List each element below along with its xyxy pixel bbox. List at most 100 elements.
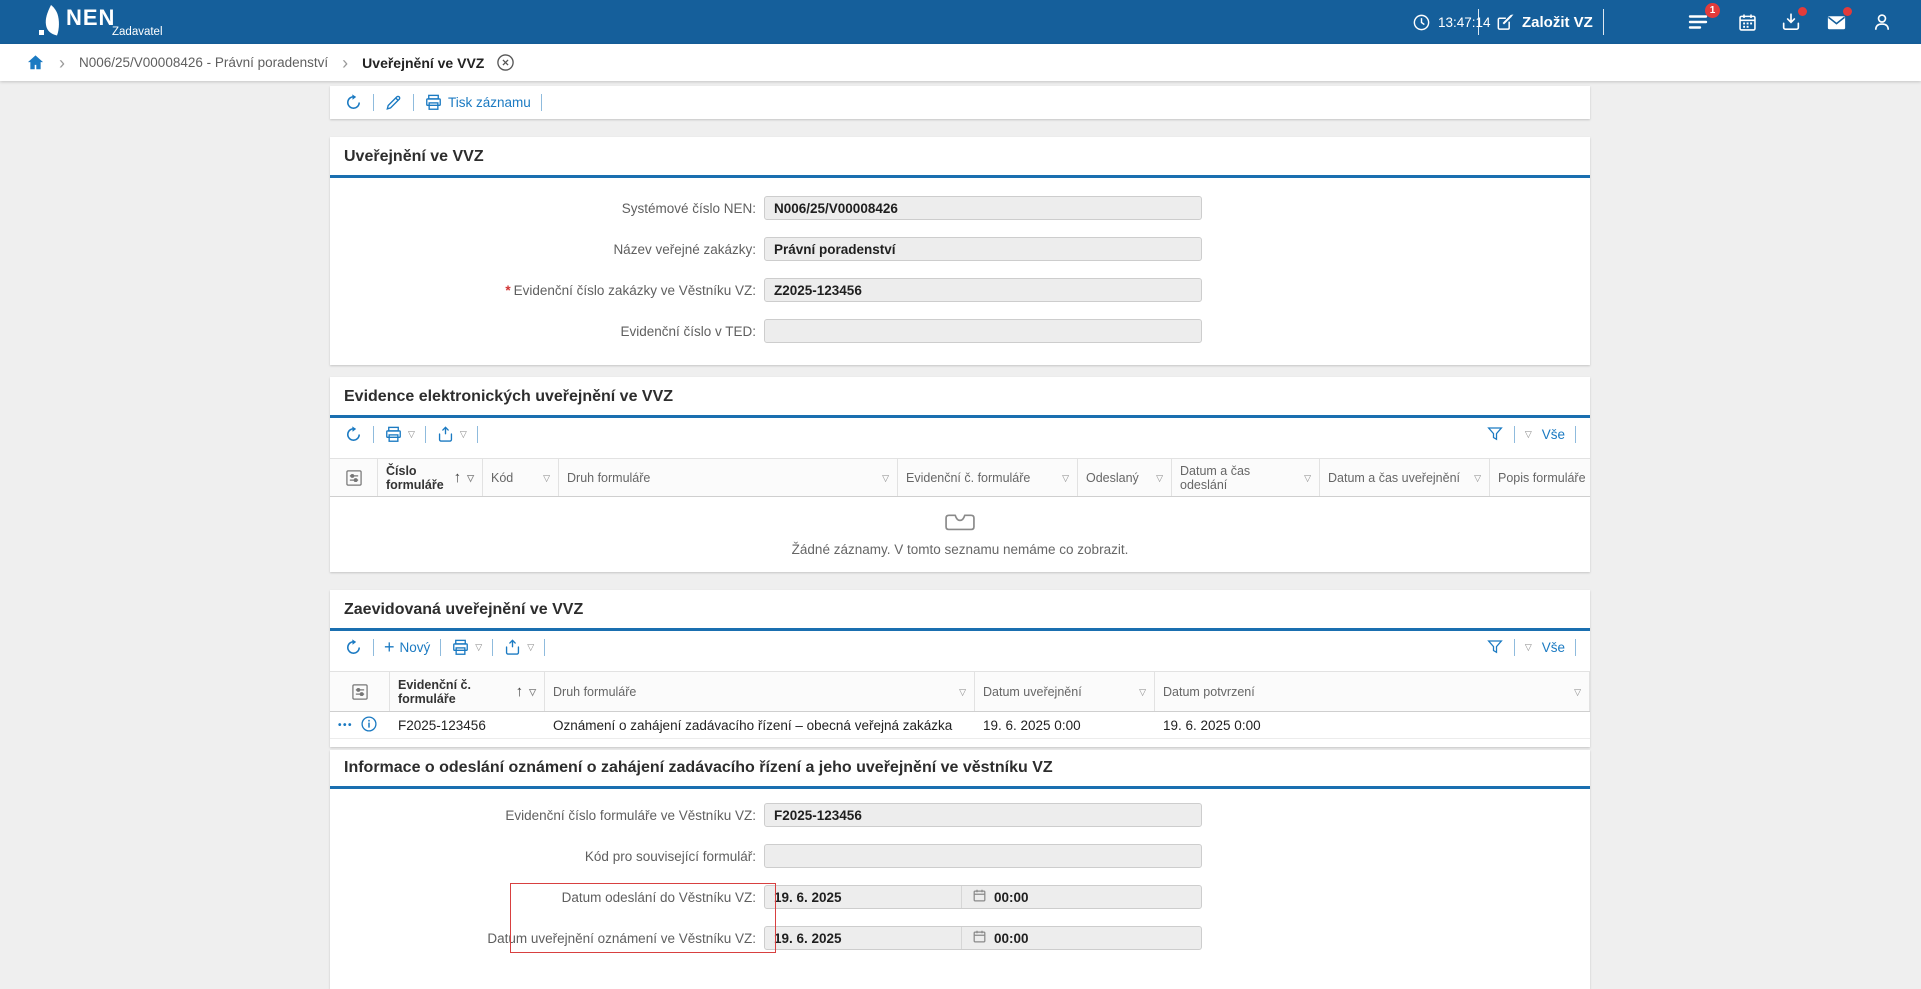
- view-all-link[interactable]: Vše: [1542, 640, 1565, 655]
- cell-published-date: 19. 6. 2025 0:00: [975, 718, 1155, 733]
- section-publication: Uveřejnění ve VVZ Systémové číslo NEN: N…: [330, 137, 1590, 365]
- filter-dropdown-icon[interactable]: ▽: [878, 471, 889, 485]
- toolbar-divider: [373, 426, 374, 443]
- edit-button[interactable]: [384, 93, 403, 112]
- field-label: Datum odeslání do Věstníku VZ:: [330, 890, 756, 905]
- filter-dropdown-icon[interactable]: ▽: [539, 471, 550, 485]
- menu-badge: 1: [1705, 3, 1720, 18]
- field-label: Evidenční číslo v TED:: [330, 324, 756, 339]
- export-button[interactable]: ▽: [503, 638, 534, 657]
- chevron-right-icon: ›: [59, 54, 65, 72]
- messages-button[interactable]: [1816, 0, 1856, 44]
- view-dropdown-icon[interactable]: ▽: [1525, 642, 1532, 653]
- print-dropdown-icon[interactable]: ▽: [475, 642, 482, 653]
- export-dropdown-icon[interactable]: ▽: [460, 429, 467, 440]
- toolbar-divider: [425, 426, 426, 443]
- breadcrumb: › N006/25/V00008426 - Právní poradenství…: [0, 44, 1921, 81]
- view-all-link[interactable]: Vše: [1542, 427, 1565, 442]
- contract-name-input[interactable]: Právní poradenství: [764, 237, 1202, 261]
- nen-logo-icon[interactable]: [38, 5, 62, 44]
- export-dropdown-icon[interactable]: ▽: [527, 642, 534, 653]
- print-record-button[interactable]: Tisk záznamu: [424, 93, 531, 112]
- filter-dropdown-icon[interactable]: ▽: [1152, 471, 1163, 485]
- column-settings-button[interactable]: [330, 459, 378, 496]
- col-evidencni-c-formulare[interactable]: Evidenční č. formuláře▽: [898, 459, 1078, 496]
- vvz-record-number-input[interactable]: Z2025-123456: [764, 278, 1202, 302]
- new-button[interactable]: + Nový: [384, 638, 430, 656]
- topbar-divider: [1478, 9, 1479, 35]
- refresh-button[interactable]: [344, 638, 363, 657]
- cell-confirmed-date: 19. 6. 2025 0:00: [1155, 718, 1590, 733]
- export-button[interactable]: ▽: [436, 425, 467, 444]
- row-actions-icon[interactable]: •••: [338, 720, 353, 731]
- print-list-button[interactable]: ▽: [384, 425, 415, 444]
- filter-dropdown-icon[interactable]: ▽: [1570, 685, 1581, 699]
- vvz-form-number-input[interactable]: F2025-123456: [764, 803, 1202, 827]
- col-datum-uverejneni[interactable]: Datum uveřejnění▽: [975, 672, 1155, 711]
- evidence-table-header: Číslo formuláře↑▽ Kód▽ Druh formuláře▽ E…: [330, 459, 1590, 497]
- required-asterisk: *: [505, 283, 510, 298]
- home-icon[interactable]: [26, 53, 45, 72]
- record-toolbar-card: Tisk záznamu: [330, 86, 1590, 119]
- view-dropdown-icon[interactable]: ▽: [1525, 429, 1532, 440]
- breadcrumb-current[interactable]: Uveřejnění ve VVZ: [362, 55, 484, 71]
- calendar-button[interactable]: [1727, 0, 1767, 44]
- breadcrumb-procurement[interactable]: N006/25/V00008426 - Právní poradenství: [79, 55, 328, 70]
- col-kod[interactable]: Kód▽: [483, 459, 559, 496]
- field-label: *Evidenční číslo zakázky ve Věstníku VZ:: [330, 283, 756, 298]
- refresh-button[interactable]: [344, 93, 363, 112]
- filter-button[interactable]: [1486, 425, 1504, 443]
- filter-dropdown-icon[interactable]: ▽: [463, 471, 474, 485]
- col-evidencni-c-formulare[interactable]: Evidenční č. formuláře↑▽: [390, 672, 545, 711]
- column-settings-button[interactable]: [330, 672, 390, 711]
- toolbar-divider: [492, 639, 493, 656]
- sent-date-input[interactable]: 19. 6. 2025 00:00: [764, 885, 1202, 909]
- toolbar-divider: [1514, 426, 1515, 443]
- filter-dropdown-icon[interactable]: ▽: [1058, 471, 1069, 485]
- clock-icon: [1412, 13, 1431, 32]
- section-registered: Zaevidovaná uveřejnění ve VVZ + Nový ▽ ▽: [330, 590, 1590, 747]
- col-druh-formulare[interactable]: Druh formuláře▽: [545, 672, 975, 711]
- calendar-small-icon[interactable]: [972, 929, 987, 947]
- create-vz-button[interactable]: Založit VZ: [1495, 0, 1593, 44]
- downloads-button[interactable]: [1771, 0, 1811, 44]
- calendar-icon: [1737, 12, 1758, 33]
- top-bar: NEN Zadavatel 13:47:14 Založit VZ 1: [0, 0, 1921, 44]
- filter-button[interactable]: [1486, 638, 1504, 656]
- filter-dropdown-icon[interactable]: ▽: [1135, 685, 1146, 699]
- print-dropdown-icon[interactable]: ▽: [408, 429, 415, 440]
- filter-dropdown-icon[interactable]: ▽: [1470, 471, 1481, 485]
- logo-text[interactable]: NEN: [66, 5, 115, 31]
- logo-role-label: Zadavatel: [112, 26, 163, 38]
- nen-system-number-input[interactable]: N006/25/V00008426: [764, 196, 1202, 220]
- close-tab-icon[interactable]: [496, 53, 515, 72]
- table-row[interactable]: ••• F2025-123456 Oznámení o zahájení zad…: [330, 712, 1590, 739]
- print-list-button[interactable]: ▽: [451, 638, 482, 657]
- filter-dropdown-icon[interactable]: ▽: [1300, 471, 1311, 485]
- user-button[interactable]: [1862, 0, 1902, 44]
- ted-record-number-input[interactable]: [764, 319, 1202, 343]
- filter-dropdown-icon[interactable]: ▽: [525, 685, 536, 699]
- plus-icon: +: [384, 638, 395, 656]
- field-label: Datum uveřejnění oznámení ve Věstníku VZ…: [330, 931, 756, 946]
- col-datum-cas-uverejneni[interactable]: Datum a čas uveřejnění▽: [1320, 459, 1490, 496]
- calendar-small-icon[interactable]: [972, 888, 987, 906]
- col-druh-formulare[interactable]: Druh formuláře▽: [559, 459, 898, 496]
- col-cislo-formulare[interactable]: Číslo formuláře↑▽: [378, 459, 483, 496]
- refresh-button[interactable]: [344, 425, 363, 444]
- col-odeslany[interactable]: Odeslaný▽: [1078, 459, 1172, 496]
- col-datum-potvrzeni[interactable]: Datum potvrzení▽: [1155, 672, 1590, 711]
- section-rule: [330, 175, 1590, 178]
- filter-dropdown-icon[interactable]: ▽: [955, 685, 966, 699]
- menu-button[interactable]: 1: [1678, 0, 1718, 44]
- col-datum-cas-odeslani[interactable]: Datum a čas odeslání▽: [1172, 459, 1320, 496]
- info-icon[interactable]: [361, 716, 377, 735]
- col-popis-formulare[interactable]: Popis formuláře: [1490, 459, 1590, 496]
- toolbar-divider: [1575, 426, 1576, 443]
- section-title: Evidence elektronických uveřejnění ve VV…: [330, 377, 1590, 407]
- published-date-input[interactable]: 19. 6. 2025 00:00: [764, 926, 1202, 950]
- chevron-right-icon: ›: [342, 54, 348, 72]
- related-form-code-input[interactable]: [764, 844, 1202, 868]
- page: NEN Zadavatel 13:47:14 Založit VZ 1: [0, 0, 1921, 989]
- compose-icon: [1495, 12, 1515, 32]
